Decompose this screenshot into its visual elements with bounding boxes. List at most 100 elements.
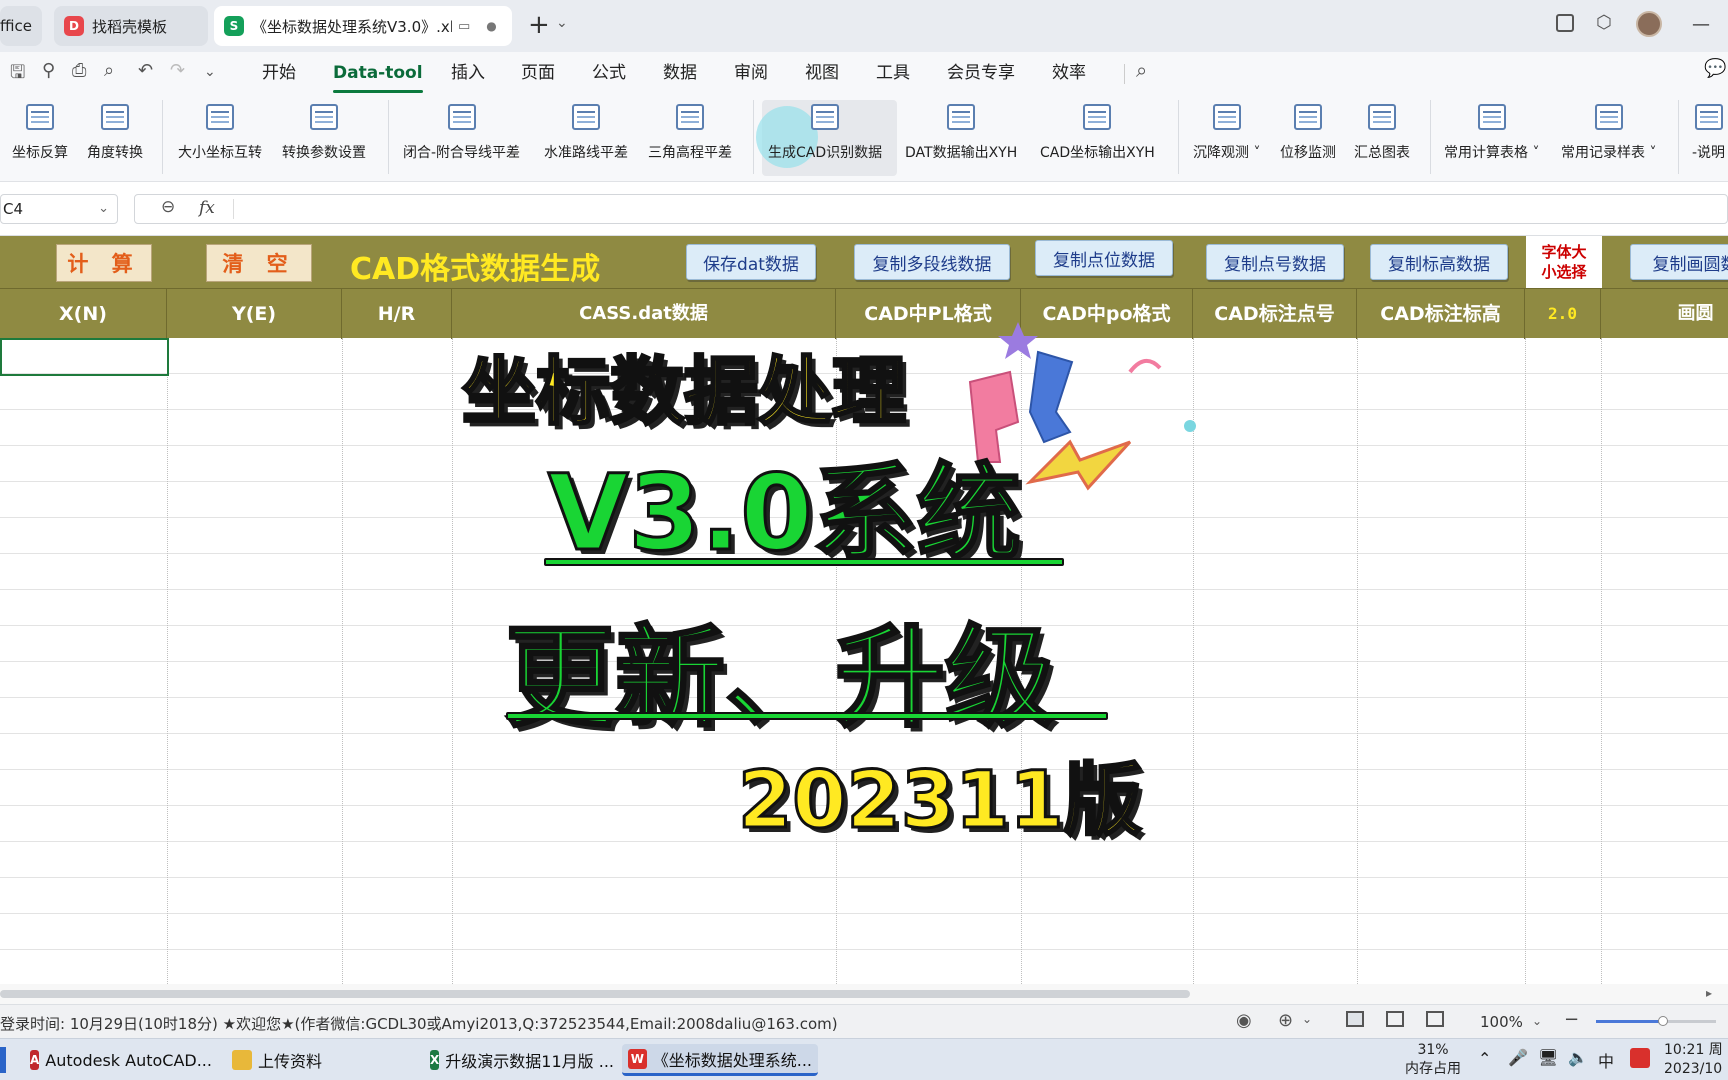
save-icon[interactable]: 🖫 xyxy=(10,60,25,90)
folder-icon xyxy=(232,1050,252,1070)
redo-icon[interactable]: ↷ xyxy=(170,60,185,81)
memory-percent: 31% xyxy=(1417,1042,1449,1058)
formula-input[interactable]: ⊖ fx xyxy=(134,194,1728,224)
header-x: X(N) xyxy=(0,289,167,339)
horizontal-scrollbar[interactable]: ▸ xyxy=(0,984,1728,1004)
name-box[interactable]: C4 ⌄ xyxy=(0,194,118,224)
clock[interactable]: 10:21 周 2023/10 xyxy=(1664,1041,1728,1079)
taskbar-folder[interactable]: 上传资料 xyxy=(226,1044,406,1076)
ribbon-angle-convert[interactable]: 角度转换 xyxy=(87,104,143,162)
column-line xyxy=(452,338,453,984)
zoom-slider-thumb[interactable] xyxy=(1658,1016,1668,1026)
spreadsheet-icon: S xyxy=(224,16,244,36)
center-icon[interactable]: ⊕ xyxy=(1278,1010,1293,1031)
tree-icon xyxy=(1083,104,1112,130)
comment-icon[interactable]: 💬 xyxy=(1704,58,1726,79)
scroll-thumb[interactable] xyxy=(0,990,1190,998)
copy-circle-button[interactable]: 复制画圆数 xyxy=(1630,244,1728,280)
table-icon xyxy=(206,104,234,130)
minimize-icon[interactable]: — xyxy=(1692,14,1710,35)
menu-page[interactable]: 页面 xyxy=(521,59,555,87)
print-preview-icon[interactable]: ⌕ xyxy=(104,60,114,81)
ribbon-dat-export-xyh[interactable]: DAT数据输出XYH xyxy=(905,104,1017,162)
eye-icon[interactable]: ◉ xyxy=(1236,1010,1252,1031)
zoom-out-icon[interactable]: − xyxy=(1564,1009,1579,1030)
ribbon-record-templates[interactable]: 常用记录样表 ˅ xyxy=(1561,104,1656,162)
taskbar-autocad[interactable]: A Autodesk AutoCAD... xyxy=(24,1044,214,1076)
column-line xyxy=(342,338,343,984)
ribbon-help[interactable]: -说明 xyxy=(1692,104,1725,162)
ribbon-displacement[interactable]: 位移监测 xyxy=(1280,104,1336,162)
taskbar-wps-active[interactable]: W 《坐标数据处理系统... xyxy=(622,1044,818,1076)
unsaved-dot-icon[interactable]: ● xyxy=(486,19,496,33)
fx-icon[interactable]: fx xyxy=(199,198,215,218)
menu-member[interactable]: 会员专享 xyxy=(947,59,1015,87)
copy-elevation-button[interactable]: 复制标高数据 xyxy=(1370,244,1508,280)
link-icon[interactable]: ⚲ xyxy=(42,60,55,81)
menu-efficiency[interactable]: 效率 xyxy=(1052,59,1086,87)
sidebar-toggle-icon[interactable] xyxy=(1556,14,1574,32)
page-break-icon[interactable] xyxy=(1426,1011,1444,1027)
zoom-slider[interactable] xyxy=(1596,1016,1716,1026)
new-tab-button[interactable]: + xyxy=(528,10,550,40)
ribbon-calc-tables[interactable]: 常用计算表格 ˅ xyxy=(1444,104,1539,162)
zoom-level[interactable]: 100% xyxy=(1480,1013,1523,1031)
scroll-right-icon[interactable]: ▸ xyxy=(1706,986,1712,1000)
font-size-value[interactable]: 2.0 xyxy=(1525,289,1601,339)
network-icon[interactable]: 🖥 xyxy=(1538,1048,1558,1067)
ribbon-cad-export-xyh[interactable]: CAD坐标输出XYH xyxy=(1040,104,1155,162)
search-icon[interactable]: ⌕ xyxy=(1136,58,1147,82)
ribbon-trig-height-adjust[interactable]: 三角高程平差 xyxy=(648,104,732,162)
ribbon-level-adjust[interactable]: 水准路线平差 xyxy=(544,104,628,162)
ribbon-coordinate-inverse[interactable]: 坐标反算 xyxy=(12,104,68,162)
print-icon[interactable]: ⎙ xyxy=(72,60,86,81)
tab-active-workbook[interactable]: S 《坐标数据处理系统V3.0》.xls ▭ ● xyxy=(214,6,512,46)
status-text: 登录时间: 10月29日(10时18分) ★欢迎您★(作者微信:GCDL30或A… xyxy=(0,1015,838,1033)
chevron-down-icon[interactable]: ⌄ xyxy=(1302,1012,1312,1026)
ribbon-summary-chart[interactable]: 汇总图表 xyxy=(1354,104,1410,162)
menu-home[interactable]: 开始 xyxy=(262,59,296,87)
calculate-button[interactable]: 计 算 xyxy=(56,244,152,282)
menu-formula[interactable]: 公式 xyxy=(592,59,626,87)
ribbon-coordinate-swap[interactable]: 大小坐标互转 xyxy=(178,104,262,162)
chevron-down-icon[interactable]: ⌄ xyxy=(204,64,216,80)
menu-data[interactable]: 数据 xyxy=(663,59,697,87)
taskbar-excel-demo[interactable]: X 升级演示数据11月版 ... xyxy=(424,1044,620,1076)
ime-indicator[interactable]: 中 xyxy=(1598,1048,1614,1072)
wps-tray-icon[interactable] xyxy=(1630,1048,1650,1068)
tab-office[interactable]: ffice xyxy=(0,6,42,46)
tab-label: 找稻壳模板 xyxy=(92,17,168,36)
menu-view[interactable]: 视图 xyxy=(805,59,839,87)
memory-usage[interactable]: 31% 内存占用 xyxy=(1396,1041,1470,1079)
monitor-icon: ▭ xyxy=(458,18,471,34)
cube-icon[interactable]: ⬡ xyxy=(1596,12,1612,33)
tab-docer-templates[interactable]: D 找稻壳模板 xyxy=(54,6,208,46)
copy-points-button[interactable]: 复制点位数据 xyxy=(1035,240,1173,276)
zoom-formula-icon[interactable]: ⊖ xyxy=(161,197,175,217)
volume-icon[interactable]: 🔈 xyxy=(1568,1048,1588,1067)
menu-data-tool[interactable]: Data-tool xyxy=(333,59,423,93)
normal-view-icon[interactable] xyxy=(1346,1011,1364,1027)
microphone-icon[interactable]: 🎤 xyxy=(1508,1048,1528,1067)
chevron-down-icon[interactable]: ⌄ xyxy=(556,15,568,31)
clear-button[interactable]: 清 空 xyxy=(206,244,312,282)
menu-tools[interactable]: 工具 xyxy=(876,59,910,87)
ribbon-traverse-adjust[interactable]: 闭合-附合导线平差 xyxy=(403,104,520,162)
start-edge[interactable] xyxy=(0,1047,6,1073)
menu-insert[interactable]: 插入 xyxy=(451,59,485,87)
chevron-up-icon[interactable]: ⌃ xyxy=(1478,1049,1491,1068)
menu-review[interactable]: 审阅 xyxy=(734,59,768,87)
ribbon-transform-params[interactable]: 转换参数设置 xyxy=(282,104,366,162)
chevron-down-icon[interactable]: ⌄ xyxy=(1532,1014,1542,1028)
avatar[interactable] xyxy=(1636,11,1662,37)
selected-cell[interactable] xyxy=(0,338,169,376)
undo-icon[interactable]: ↶ xyxy=(138,60,153,81)
ribbon-generate-cad-data[interactable]: 生成CAD识别数据 xyxy=(768,104,882,162)
ribbon-settlement[interactable]: 沉降观测 ˅ xyxy=(1193,104,1260,162)
header-cad-point-id: CAD标注点号 xyxy=(1193,289,1357,339)
overlay-version: V3.0系统 xyxy=(547,451,1023,576)
copy-polyline-button[interactable]: 复制多段线数据 xyxy=(854,244,1010,280)
save-dat-button[interactable]: 保存dat数据 xyxy=(686,244,816,280)
copy-point-ids-button[interactable]: 复制点号数据 xyxy=(1206,244,1344,280)
page-layout-icon[interactable] xyxy=(1386,1011,1404,1027)
